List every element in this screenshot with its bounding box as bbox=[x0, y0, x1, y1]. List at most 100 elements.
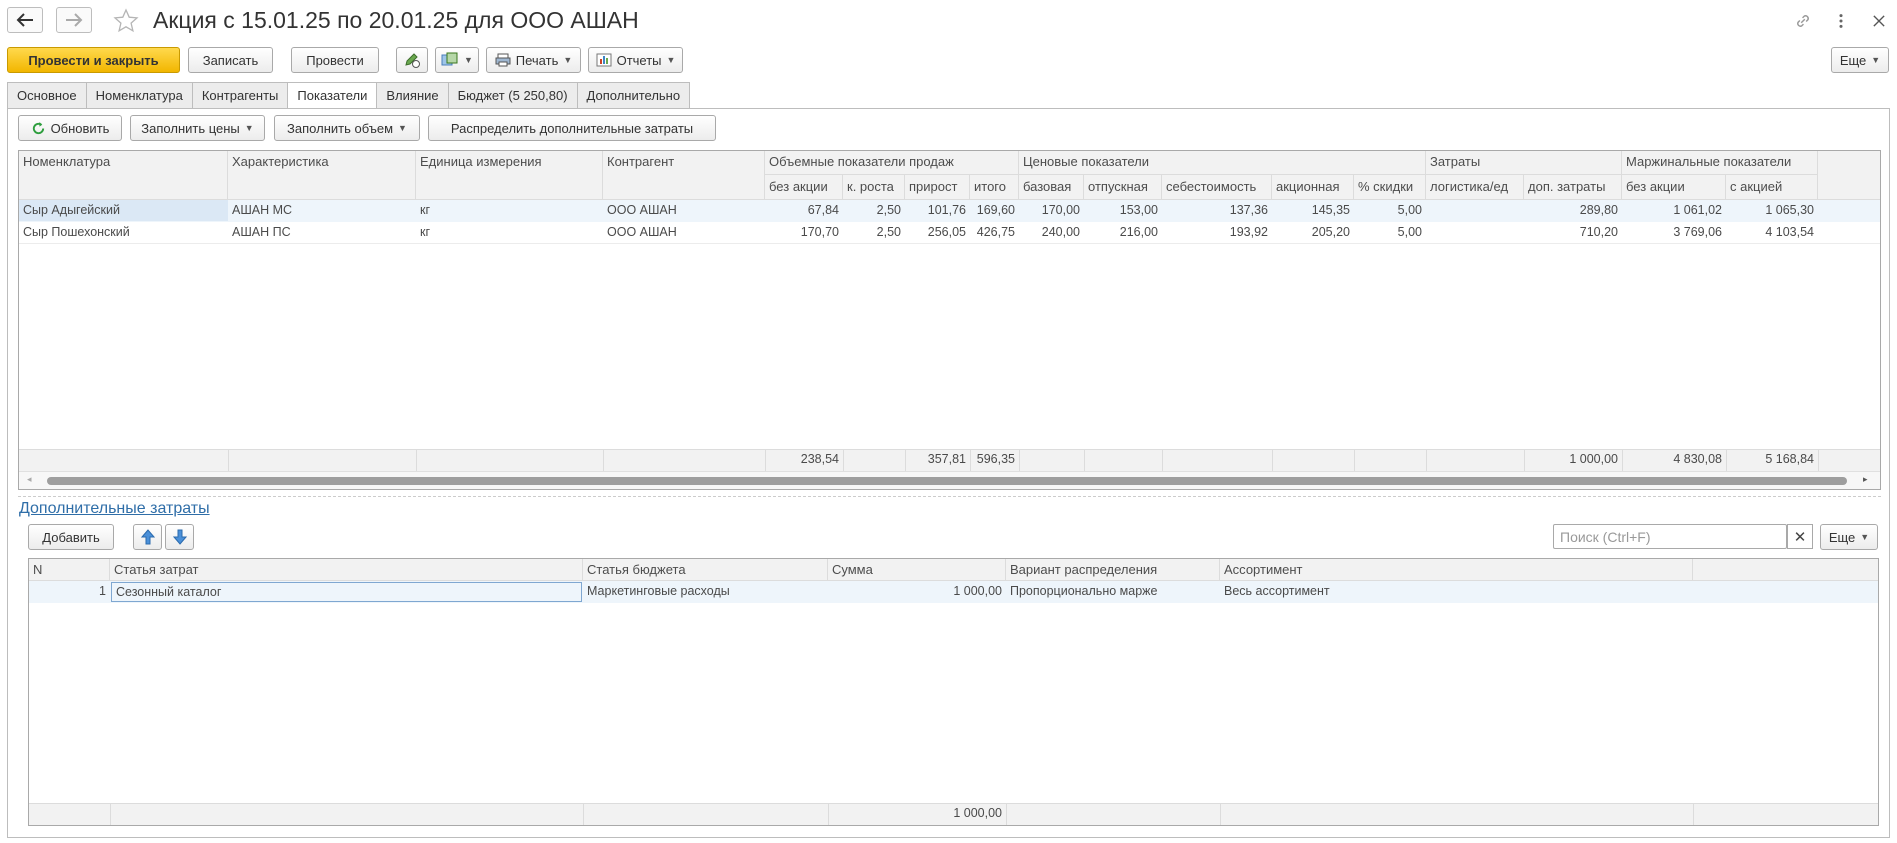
col-growth-k[interactable]: к. роста bbox=[843, 175, 905, 200]
cell-increase[interactable]: 256,05 bbox=[905, 222, 970, 243]
scroll-left-icon[interactable]: ◂ bbox=[27, 474, 32, 485]
col-budget-item[interactable]: Статья бюджета bbox=[583, 559, 828, 581]
more-vertical-icon[interactable] bbox=[1830, 10, 1852, 32]
col-margin-no-promo[interactable]: без акции bbox=[1622, 175, 1726, 200]
move-up-button[interactable] bbox=[133, 524, 162, 550]
back-button[interactable] bbox=[7, 7, 43, 33]
save-button[interactable]: Записать bbox=[188, 47, 273, 73]
col-cost-price[interactable]: себестоимость bbox=[1162, 175, 1272, 200]
tab-main[interactable]: Основное bbox=[7, 82, 86, 109]
horizontal-scrollbar[interactable]: ◂ ▸ bbox=[19, 471, 1880, 489]
cell-total[interactable]: 169,60 bbox=[970, 200, 1019, 221]
col-discount[interactable]: % скидки bbox=[1354, 175, 1426, 200]
cell-unit[interactable]: кг bbox=[416, 222, 603, 243]
col-logistics[interactable]: логистика/ед bbox=[1426, 175, 1524, 200]
cell-margin-no-promo[interactable]: 3 769,06 bbox=[1622, 222, 1726, 243]
cell-growth-k[interactable]: 2,50 bbox=[843, 200, 905, 221]
more-button[interactable]: Еще ▼ bbox=[1831, 47, 1889, 73]
col-margin-promo[interactable]: с акцией bbox=[1726, 175, 1818, 200]
move-down-button[interactable] bbox=[165, 524, 194, 550]
col-cost-item[interactable]: Статья затрат bbox=[110, 559, 583, 581]
forward-button[interactable] bbox=[56, 7, 92, 33]
tab-indicators[interactable]: Показатели bbox=[287, 82, 377, 109]
tab-influence[interactable]: Влияние bbox=[376, 82, 448, 109]
cell-characteristic[interactable]: АШАН ПС bbox=[228, 222, 416, 243]
cell-n[interactable]: 1 bbox=[29, 581, 110, 602]
cell-characteristic[interactable]: АШАН МС bbox=[228, 200, 416, 221]
col-increase[interactable]: прирост bbox=[905, 175, 970, 200]
fill-prices-button[interactable]: Заполнить цены ▼ bbox=[130, 115, 265, 141]
scroll-right-icon[interactable]: ▸ bbox=[1863, 474, 1868, 485]
cell-counterparty[interactable]: ООО АШАН bbox=[603, 222, 765, 243]
favorite-star-icon[interactable] bbox=[113, 8, 139, 34]
cell-nomenclature[interactable]: Сыр Пошехонский bbox=[19, 222, 228, 243]
refresh-button[interactable]: Обновить bbox=[18, 115, 122, 141]
col-nomenclature[interactable]: Номенклатура bbox=[19, 151, 228, 200]
distribute-costs-button[interactable]: Распределить дополнительные затраты bbox=[428, 115, 716, 141]
scrollbar-thumb[interactable] bbox=[47, 477, 1847, 485]
col-promo-price[interactable]: акционная bbox=[1272, 175, 1354, 200]
col-unit[interactable]: Единица измерения bbox=[416, 151, 603, 200]
cell-growth-k[interactable]: 2,50 bbox=[843, 222, 905, 243]
print-button[interactable]: Печать ▼ bbox=[486, 47, 581, 73]
cell-cost-price[interactable]: 137,36 bbox=[1162, 200, 1272, 221]
cell-cost-item[interactable]: Сезонный каталог bbox=[111, 582, 582, 602]
col-assortment[interactable]: Ассортимент bbox=[1220, 559, 1693, 581]
reports-button[interactable]: Отчеты ▼ bbox=[588, 47, 683, 73]
clear-search-button[interactable]: ✕ bbox=[1787, 524, 1813, 549]
post-and-close-button[interactable]: Провести и закрыть bbox=[7, 47, 180, 73]
cell-budget-item[interactable]: Маркетинговые расходы bbox=[583, 581, 828, 602]
cell-base-price[interactable]: 240,00 bbox=[1019, 222, 1084, 243]
add-button[interactable]: Добавить bbox=[28, 524, 114, 550]
link-icon[interactable] bbox=[1792, 10, 1814, 32]
cell-base-price[interactable]: 170,00 bbox=[1019, 200, 1084, 221]
tab-nomenclature[interactable]: Номенклатура bbox=[85, 82, 192, 109]
cell-release-price[interactable]: 216,00 bbox=[1084, 222, 1162, 243]
cell-no-promo[interactable]: 67,84 bbox=[765, 200, 843, 221]
tab-additional[interactable]: Дополнительно bbox=[576, 82, 691, 109]
cell-margin-promo[interactable]: 4 103,54 bbox=[1726, 222, 1818, 243]
extra-costs-table[interactable]: N Статья затрат Статья бюджета Сумма Вар… bbox=[28, 558, 1879, 826]
cell-no-promo[interactable]: 170,70 bbox=[765, 222, 843, 243]
cell-promo-price[interactable]: 145,35 bbox=[1272, 200, 1354, 221]
tab-counterparties[interactable]: Контрагенты bbox=[191, 82, 288, 109]
cell-distribution[interactable]: Пропорционально марже bbox=[1006, 581, 1220, 602]
cell-extra-costs[interactable]: 289,80 bbox=[1524, 200, 1622, 221]
close-icon[interactable] bbox=[1868, 10, 1890, 32]
cell-margin-no-promo[interactable]: 1 061,02 bbox=[1622, 200, 1726, 221]
tab-budget[interactable]: Бюджет (5 250,80) bbox=[447, 82, 577, 109]
arrow-right-icon bbox=[66, 13, 83, 27]
cell-total[interactable]: 426,75 bbox=[970, 222, 1019, 243]
col-no-promo[interactable]: без акции bbox=[765, 175, 843, 200]
col-amount[interactable]: Сумма bbox=[828, 559, 1006, 581]
cell-increase[interactable]: 101,76 bbox=[905, 200, 970, 221]
extra-costs-more-button[interactable]: Еще ▼ bbox=[1820, 524, 1878, 550]
col-n[interactable]: N bbox=[29, 559, 110, 581]
cell-margin-promo[interactable]: 1 065,30 bbox=[1726, 200, 1818, 221]
col-release-price[interactable]: отпускная bbox=[1084, 175, 1162, 200]
cell-promo-price[interactable]: 205,20 bbox=[1272, 222, 1354, 243]
post-button[interactable]: Провести bbox=[291, 47, 379, 73]
indicators-table[interactable]: Номенклатура Характеристика Единица изме… bbox=[18, 150, 1881, 490]
cell-unit[interactable]: кг bbox=[416, 200, 603, 221]
cell-discount[interactable]: 5,00 bbox=[1354, 222, 1426, 243]
fill-volume-button[interactable]: Заполнить объем ▼ bbox=[274, 115, 420, 141]
col-total[interactable]: итого bbox=[970, 175, 1019, 200]
cell-amount[interactable]: 1 000,00 bbox=[828, 581, 1006, 602]
edit-movements-button[interactable] bbox=[396, 47, 428, 73]
cell-assortment[interactable]: Весь ассортимент bbox=[1220, 581, 1693, 602]
col-characteristic[interactable]: Характеристика bbox=[228, 151, 416, 200]
cell-nomenclature[interactable]: Сыр Адыгейский bbox=[19, 200, 228, 221]
cell-discount[interactable]: 5,00 bbox=[1354, 200, 1426, 221]
cell-release-price[interactable]: 153,00 bbox=[1084, 200, 1162, 221]
col-counterparty[interactable]: Контрагент bbox=[603, 151, 765, 200]
cell-counterparty[interactable]: ООО АШАН bbox=[603, 200, 765, 221]
search-input[interactable]: Поиск (Ctrl+F) bbox=[1553, 524, 1787, 549]
col-base-price[interactable]: базовая bbox=[1019, 175, 1084, 200]
cell-extra-costs[interactable]: 710,20 bbox=[1524, 222, 1622, 243]
cell-cost-price[interactable]: 193,92 bbox=[1162, 222, 1272, 243]
create-based-on-button[interactable]: ▼ bbox=[435, 47, 479, 73]
col-extra-costs[interactable]: доп. затраты bbox=[1524, 175, 1622, 200]
extra-costs-link[interactable]: Дополнительные затраты bbox=[19, 500, 210, 518]
col-distribution[interactable]: Вариант распределения bbox=[1006, 559, 1220, 581]
